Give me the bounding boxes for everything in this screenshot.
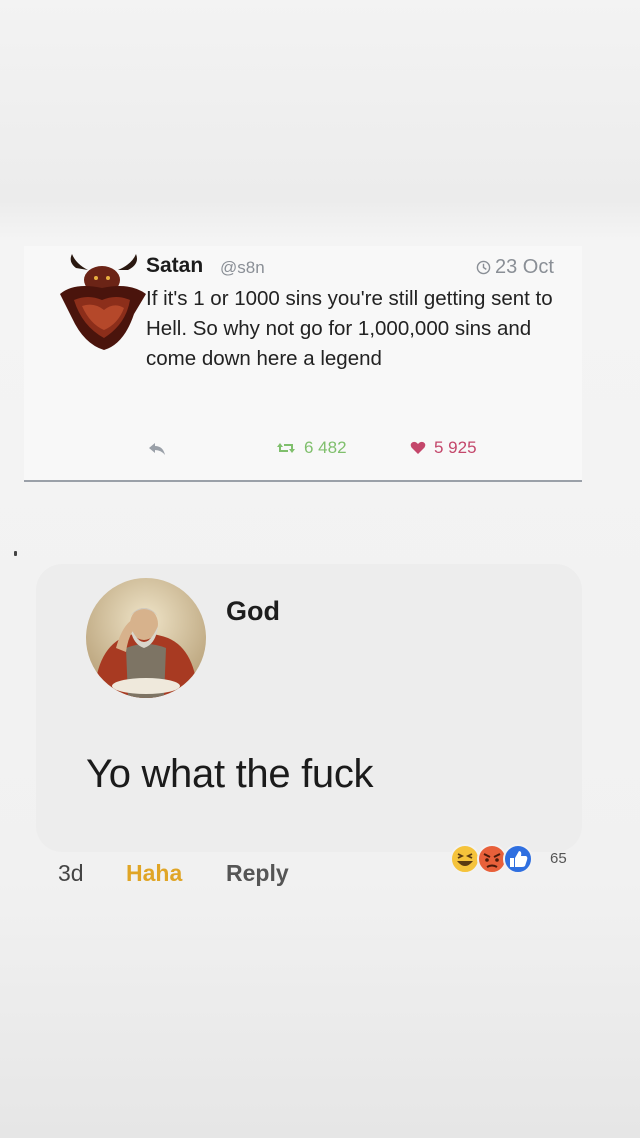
clock-icon <box>476 260 491 275</box>
retweet-button[interactable]: 6 482 <box>276 438 347 458</box>
retweet-icon <box>277 443 295 453</box>
haha-reaction-button[interactable]: Haha <box>126 860 182 887</box>
reply-button[interactable]: Reply <box>226 860 289 887</box>
like-button[interactable]: 5 925 <box>410 438 477 458</box>
comment-timestamp[interactable]: 3d <box>58 860 84 887</box>
heart-icon <box>410 441 426 454</box>
haha-emoji <box>450 844 480 874</box>
tweet-text: If it's 1 or 1000 sins you're still gett… <box>146 287 553 370</box>
comment-text: Yo what the fuck <box>86 752 374 796</box>
tweet-author-handle[interactable]: @s8n <box>220 258 265 278</box>
reaction-icons <box>450 844 533 874</box>
retweet-count: 6 482 <box>304 438 347 457</box>
image-artifact <box>14 551 17 556</box>
tweet-author-name[interactable]: Satan <box>146 254 203 278</box>
tweet-date-text: 23 Oct <box>495 256 554 278</box>
god-avatar[interactable] <box>86 578 206 698</box>
tweet-actions: 6 482 5 925 <box>148 438 548 462</box>
tweet-card: Satan @s8n 23 Oct If it's 1 or 1000 sins… <box>24 246 582 482</box>
like-icon <box>503 844 533 874</box>
reply-icon[interactable] <box>148 442 166 456</box>
like-count: 5 925 <box>434 438 477 457</box>
angry-emoji <box>477 844 507 874</box>
comment-author-name[interactable]: God <box>226 596 280 627</box>
reaction-summary[interactable]: 65 <box>448 842 578 876</box>
satan-avatar <box>60 254 146 350</box>
reaction-count: 65 <box>550 850 567 867</box>
tweet-date[interactable]: 23 Oct <box>476 256 554 279</box>
